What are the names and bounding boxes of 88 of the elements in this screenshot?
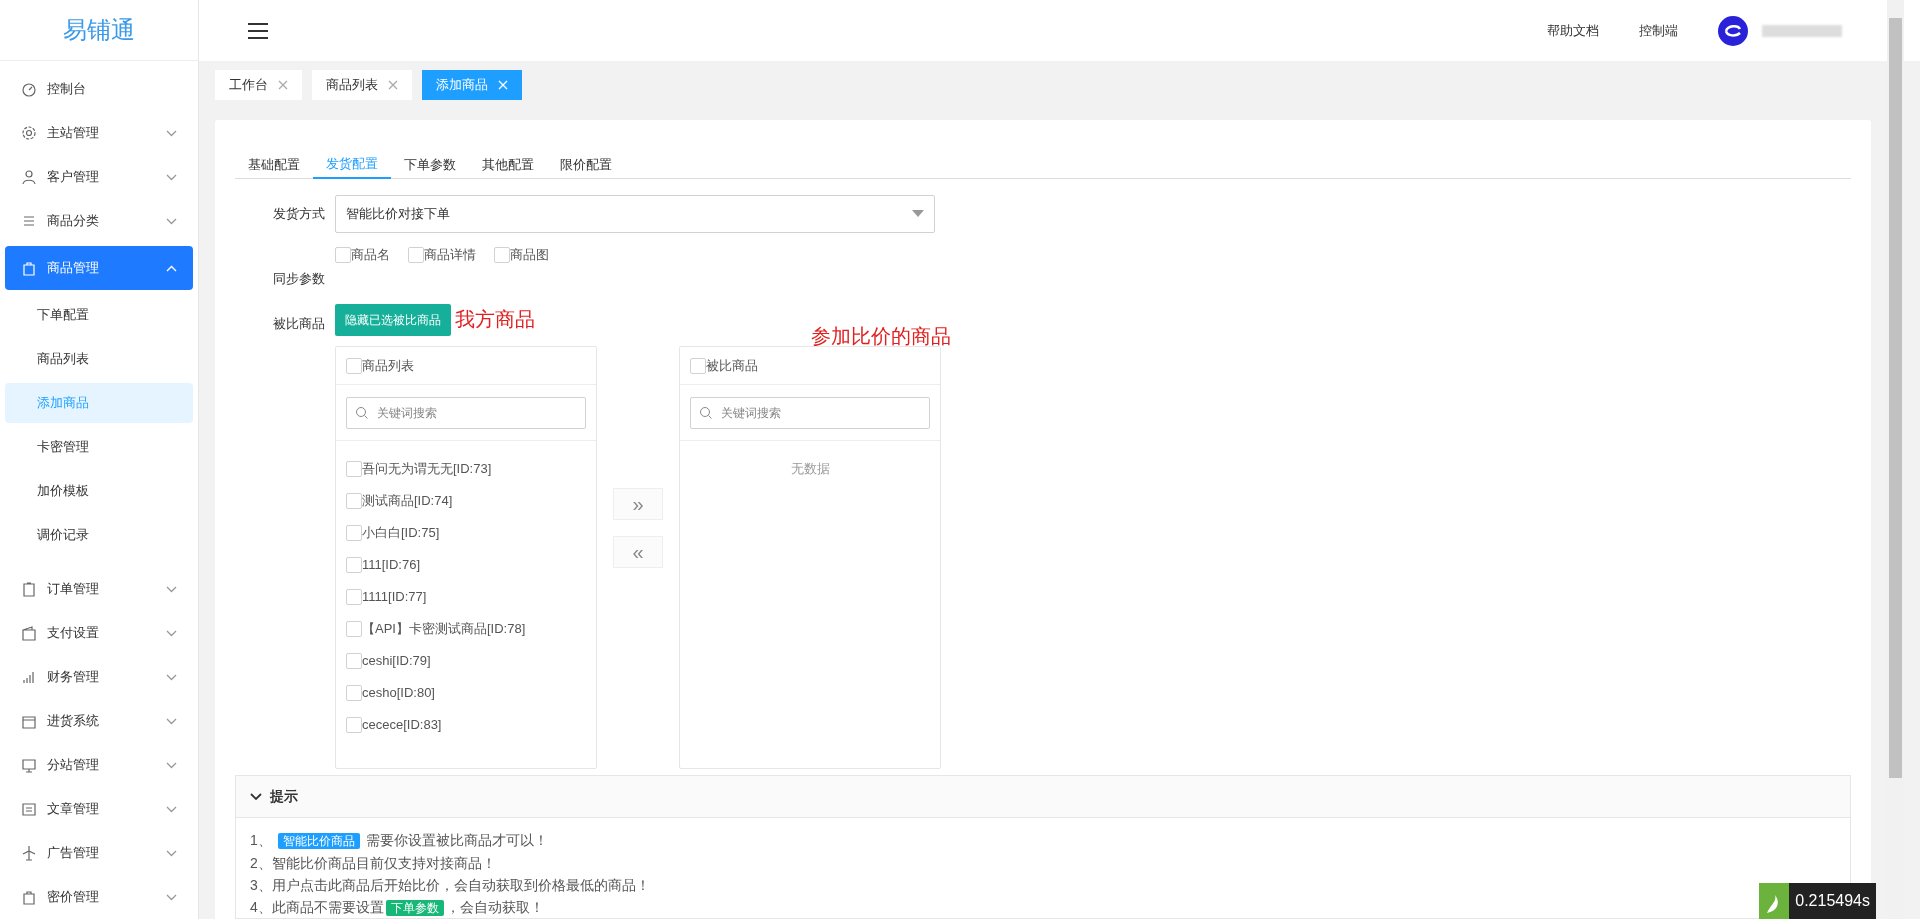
checkbox[interactable]	[346, 653, 362, 669]
list-item[interactable]: 吾问无为谓无无[ID:73]	[362, 459, 492, 479]
transfer-button[interactable]: «	[613, 535, 663, 568]
empty-text: 无数据	[789, 460, 831, 478]
sidebar-item[interactable]: 广告管理	[5, 831, 193, 875]
checkbox[interactable]	[346, 461, 362, 477]
sidebar-item[interactable]: 密价管理	[5, 875, 193, 919]
caret-icon	[912, 210, 924, 217]
sidebar-item[interactable]: 文章管理	[5, 787, 193, 831]
checkbox-label: 商品详情	[424, 245, 476, 264]
search-icon	[355, 405, 369, 420]
sidebar-item[interactable]: 财务管理	[5, 655, 193, 699]
checkbox[interactable]	[346, 685, 362, 701]
tip-text: 3、用户点击此商品后开始比价，会自动获取到价格最低的商品！	[250, 876, 651, 895]
close-icon[interactable]	[278, 80, 288, 90]
wallet-icon	[21, 625, 37, 641]
sidebar-item[interactable]: 主站管理	[5, 111, 193, 155]
list-item[interactable]: 【API】卡密测试商品[ID:78]	[362, 619, 526, 639]
annotation-text: 参加比价的商品	[811, 324, 951, 348]
field-label: 发货方式	[272, 204, 326, 223]
bag-icon	[21, 260, 37, 276]
list-icon	[21, 213, 37, 229]
logo-text: 易铺通	[63, 15, 135, 45]
checkbox-label: 商品名	[351, 245, 390, 264]
submenu-item[interactable]: 卡密管理	[5, 427, 193, 467]
panel-title: 被比商品	[706, 356, 758, 375]
delivery-select[interactable]: 智能比价对接下单	[335, 194, 935, 233]
annotation-text: 我方商品	[455, 307, 535, 332]
bag-icon	[21, 889, 37, 905]
submenu-item[interactable]: 下单配置	[5, 295, 193, 335]
sidebar-item[interactable]: 商品分类	[5, 199, 193, 243]
checkbox[interactable]	[346, 493, 362, 509]
list-item[interactable]: 测试商品[ID:74]	[362, 491, 453, 511]
sidebar-item[interactable]: 客户管理	[5, 155, 193, 199]
checkbox[interactable]	[346, 357, 362, 374]
submenu-item[interactable]: 商品列表	[5, 339, 193, 379]
field-label: 同步参数	[272, 269, 326, 288]
form-tab[interactable]: 下单参数	[391, 150, 469, 179]
page-tab[interactable]: 工作台	[215, 70, 302, 100]
list-item[interactable]: 111[ID:76]	[362, 555, 421, 575]
list-item[interactable]: cesho[ID:80]	[362, 683, 435, 703]
sidebar-item[interactable]: 进货系统	[5, 699, 193, 743]
list-item[interactable]: cecece[ID:83]	[362, 715, 442, 735]
header-link[interactable]: 控制端	[1639, 20, 1678, 41]
search-field[interactable]: 关键词搜索	[346, 396, 586, 429]
checkbox[interactable]	[346, 557, 362, 573]
search-icon	[699, 405, 713, 420]
clipboard-icon	[21, 581, 37, 597]
form-tab[interactable]: 基础配置	[235, 150, 313, 179]
sidebar-item[interactable]: 控制台	[5, 67, 193, 111]
checkbox[interactable]	[335, 246, 351, 263]
gear-icon	[21, 125, 37, 141]
tip-text: 2、智能比价商品目前仅支持对接商品！	[250, 854, 497, 873]
list-item[interactable]: ceshi[ID:79]	[362, 651, 431, 671]
tip-text: 1、 智能比价商品 需要你设置被比商品才可以！	[250, 831, 549, 851]
sidebar-item[interactable]: 订单管理	[5, 567, 193, 611]
user-icon	[21, 169, 37, 185]
tips-header[interactable]: 提示	[236, 776, 1850, 818]
sidebar-item[interactable]: 商品管理	[5, 246, 193, 290]
close-icon[interactable]	[388, 80, 398, 90]
sidebar-item[interactable]: 支付设置	[5, 611, 193, 655]
page-tab[interactable]: 商品列表	[312, 70, 412, 100]
checkbox[interactable]	[690, 357, 706, 374]
checkbox[interactable]	[346, 525, 362, 541]
avatar-icon[interactable]	[1718, 15, 1748, 46]
panel-title: 商品列表	[362, 356, 414, 375]
submenu-item[interactable]: 加价模板	[5, 471, 193, 511]
bar-chart-icon	[21, 669, 37, 685]
form-tab[interactable]: 其他配置	[469, 150, 547, 179]
sidebar-item[interactable]: 分站管理	[5, 743, 193, 787]
search-field[interactable]: 关键词搜索	[690, 396, 930, 429]
checkbox[interactable]	[346, 589, 362, 605]
transfer-button[interactable]: »	[613, 487, 663, 520]
field-label: 被比商品	[272, 315, 326, 333]
list-item[interactable]: 小白白[ID:75]	[362, 523, 440, 543]
checkbox[interactable]	[494, 246, 510, 263]
checkbox[interactable]	[346, 621, 362, 637]
checkbox[interactable]	[408, 246, 424, 263]
header-link[interactable]: 帮助文档	[1547, 20, 1599, 41]
monitor-icon	[21, 757, 37, 773]
submenu-item[interactable]: 调价记录	[5, 515, 193, 555]
checkbox[interactable]	[346, 717, 362, 733]
checkbox-label: 商品图	[510, 245, 549, 264]
dashboard-icon	[21, 81, 37, 97]
document-icon	[21, 801, 37, 817]
menu-icon[interactable]	[247, 21, 269, 40]
list-item[interactable]: 1111[ID:77]	[362, 587, 427, 607]
form-tab[interactable]: 限价配置	[547, 150, 625, 179]
